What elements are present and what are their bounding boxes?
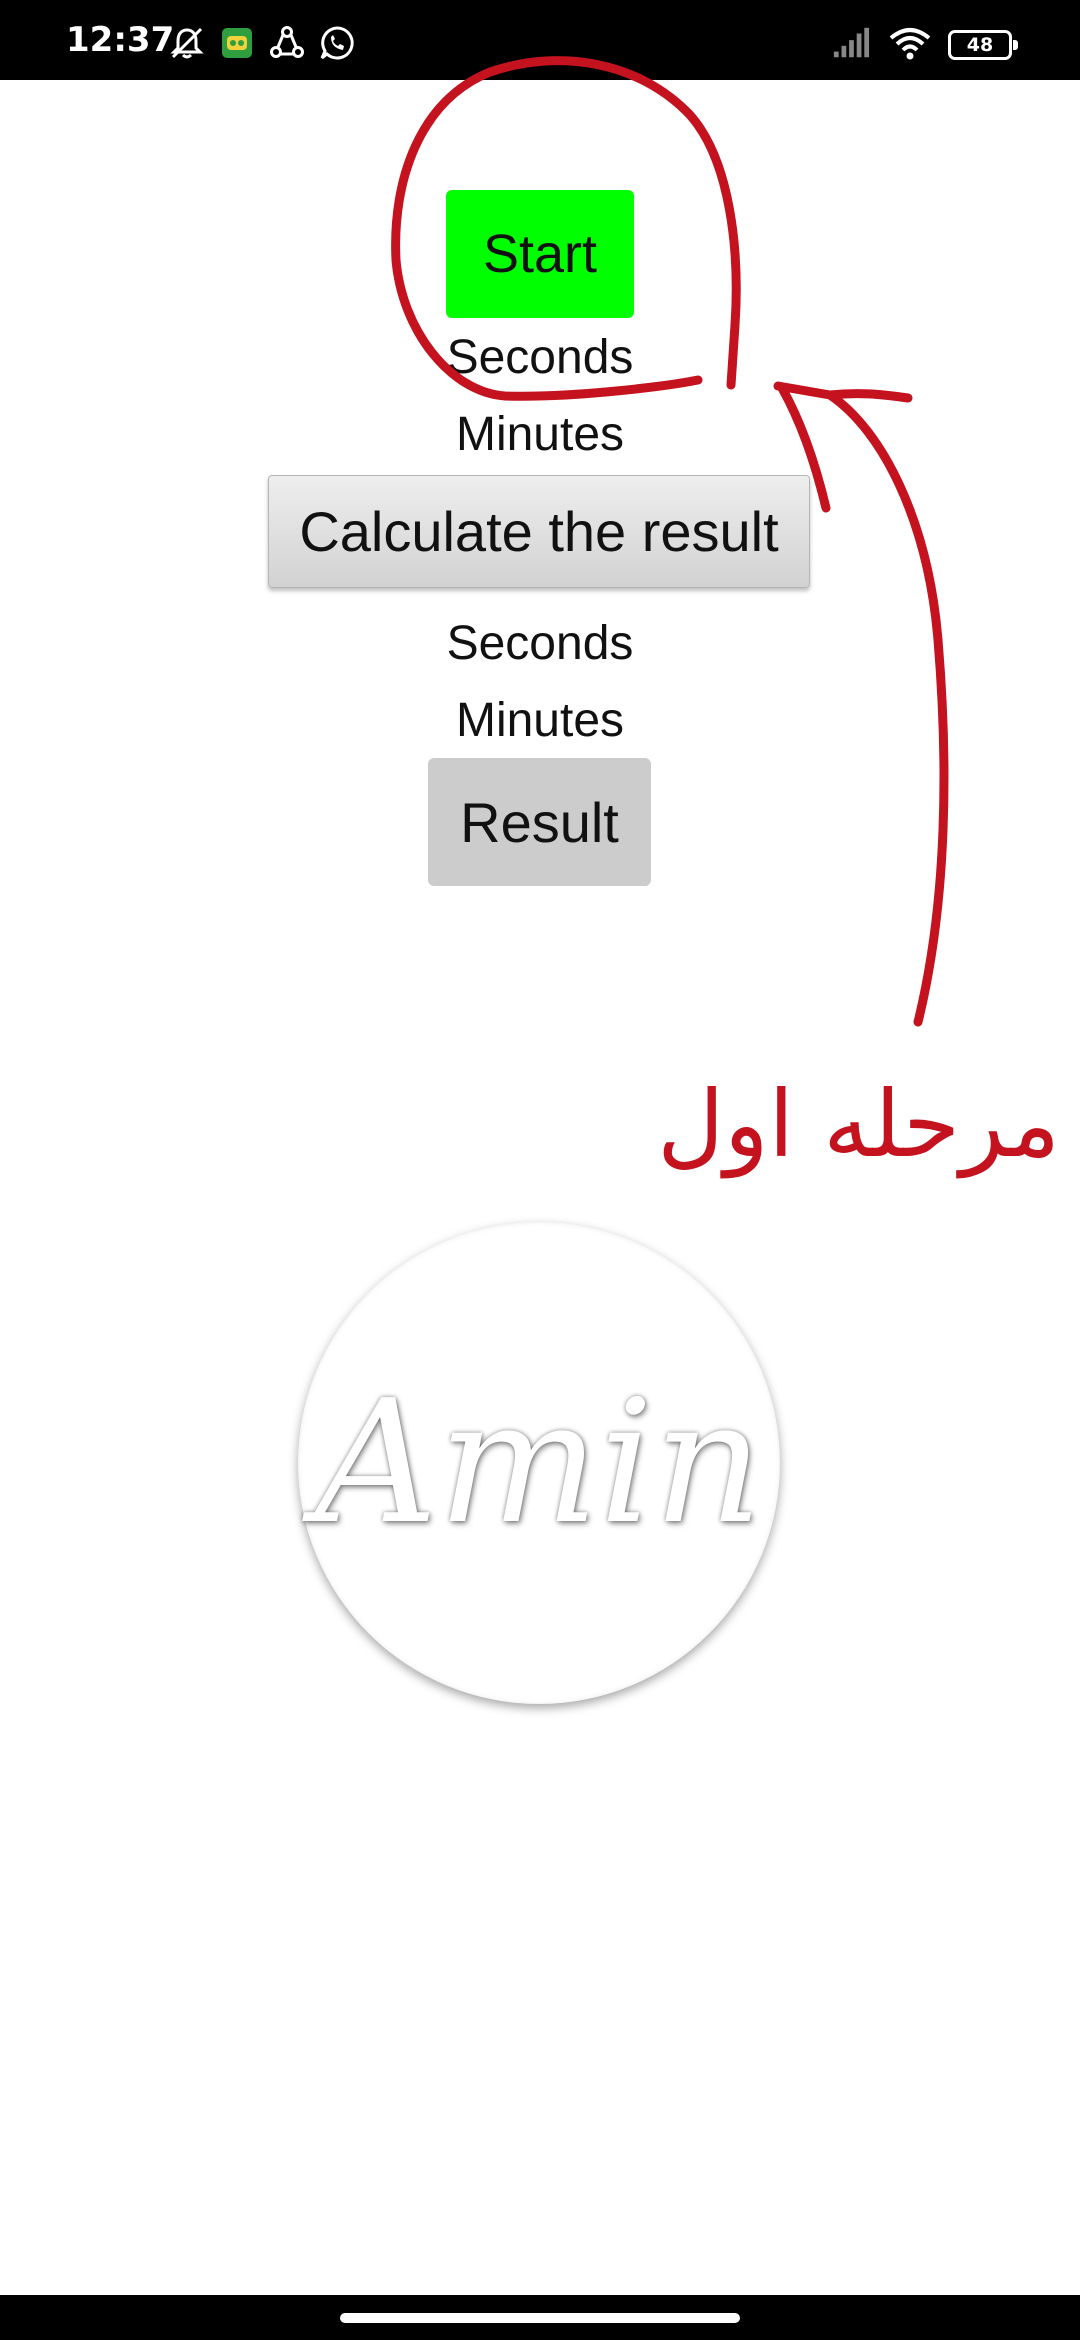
wifi-icon bbox=[889, 28, 931, 60]
logo-text: Amin bbox=[315, 1364, 763, 1562]
whatsapp-icon bbox=[320, 26, 354, 60]
result-button[interactable]: Result bbox=[428, 758, 651, 886]
minutes-label: Minutes bbox=[455, 408, 625, 461]
bell-off-icon bbox=[170, 27, 204, 59]
game-app-icon bbox=[222, 28, 252, 58]
calculate-result-button[interactable]: Calculate the result bbox=[268, 475, 810, 588]
status-bar: 12:37 48 bbox=[0, 0, 1080, 80]
seconds-label: Seconds bbox=[446, 331, 634, 384]
battery-level: 48 bbox=[966, 34, 994, 56]
app-screen: 12:37 48 Start Seconds Minutes Calculate… bbox=[0, 0, 1080, 2340]
signal-icon bbox=[833, 27, 870, 58]
navigation-bar bbox=[0, 2295, 1080, 2340]
result-seconds-label: Seconds bbox=[446, 617, 634, 670]
home-gesture-handle[interactable] bbox=[340, 2313, 740, 2323]
amin-logo: Amin bbox=[298, 1222, 780, 1704]
result-minutes-label: Minutes bbox=[455, 694, 625, 747]
status-time: 12:37 bbox=[66, 20, 175, 60]
battery-icon: 48 bbox=[948, 30, 1018, 60]
start-button[interactable]: Start bbox=[446, 190, 634, 318]
annotation-text: مرحله اول bbox=[657, 1071, 1060, 1178]
share-app-icon bbox=[270, 26, 304, 58]
